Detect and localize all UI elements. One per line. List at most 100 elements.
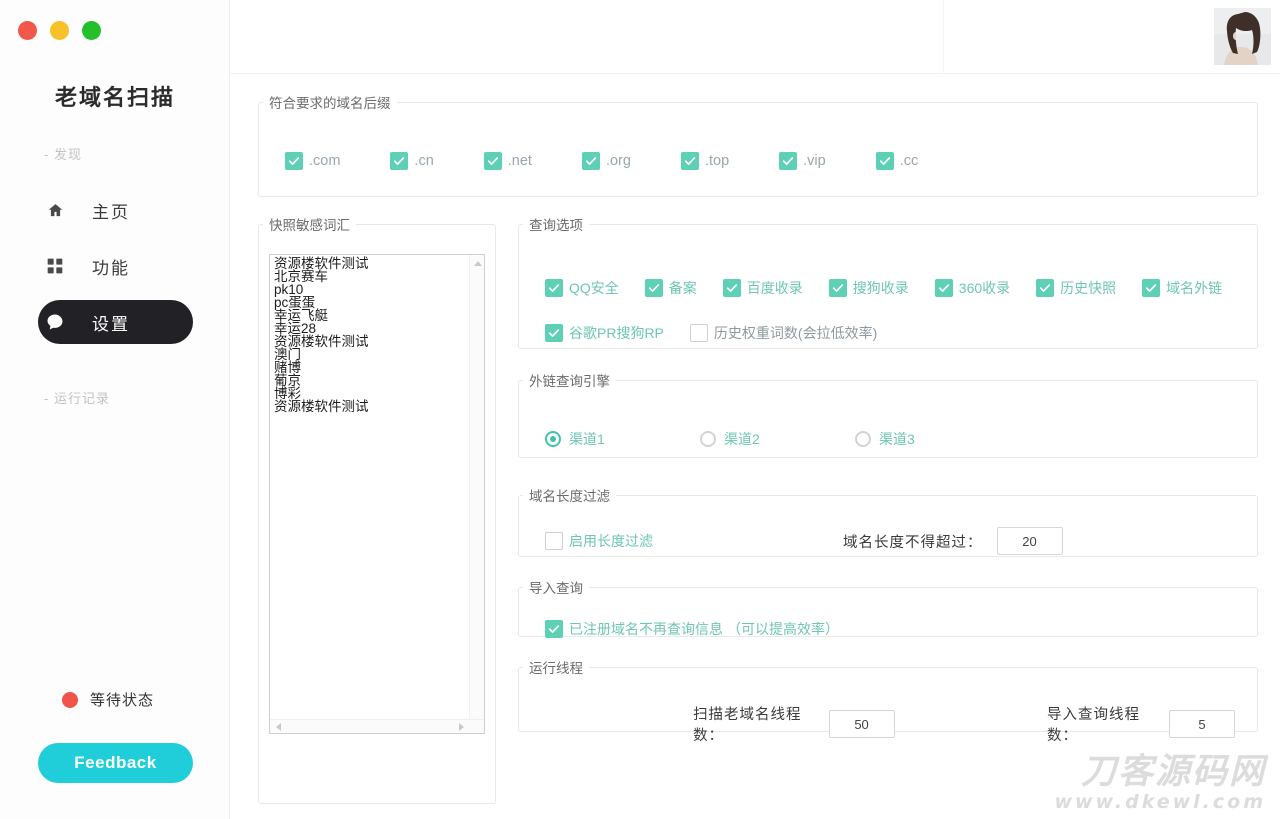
checkbox-suffix-top[interactable]: .top: [680, 152, 730, 170]
checkbox-history-snapshot[interactable]: 历史快照: [1036, 278, 1116, 298]
domain-length-row: 启用长度过滤 域名长度不得超过：: [545, 527, 1063, 555]
checkbox-360-index-label: 360收录: [958, 280, 1011, 296]
topbar-divider: [943, 0, 944, 73]
checkbox-icon: [828, 279, 847, 297]
sidebar-group-runlog: - 运行记录: [44, 391, 110, 406]
scan-threads-input[interactable]: [828, 710, 895, 738]
checkbox-google-pr-sogou-rp[interactable]: 谷歌PR搜狗RP: [545, 323, 664, 343]
checkbox-history-snapshot-label: 历史快照: [1060, 280, 1117, 296]
query-options-row-1: QQ安全 备案 百度收录 搜狗收录 360收录 历史快照 域名外链: [545, 278, 1222, 298]
query-options-panel: 查询选项 QQ安全 备案 百度收录 搜狗收录 360收录 历史快照 域名外链 谷…: [518, 214, 1258, 349]
status-indicator: 等待状态: [62, 689, 154, 710]
checkbox-suffix-org[interactable]: .org: [581, 152, 631, 170]
checkbox-enable-length-filter[interactable]: 启用长度过滤: [545, 531, 653, 551]
checkbox-suffix-cn[interactable]: .cn: [390, 152, 434, 170]
backlink-engine-options: 渠道1 渠道2 渠道3: [545, 429, 1010, 449]
scroll-right-icon[interactable]: [454, 720, 468, 733]
import-query-legend: 导入查询: [529, 581, 583, 596]
domain-length-legend: 域名长度过滤: [529, 489, 610, 504]
checkbox-suffix-com-label: .com: [309, 153, 341, 169]
import-threads-input[interactable]: [1168, 710, 1235, 738]
import-query-note: （可以提高效率）: [727, 621, 839, 637]
sensitive-words-listbox[interactable]: 资源楼软件测试 北京赛车 pk10 pc蛋蛋 幸运飞艇 幸运28 资源楼软件测试…: [269, 254, 485, 734]
checkbox-skip-registered[interactable]: 已注册域名不再查询信息: [545, 619, 723, 639]
threads-legend: 运行线程: [529, 661, 583, 676]
sidebar-item-features[interactable]: 功能: [38, 244, 193, 288]
app-title: 老域名扫描: [54, 85, 175, 110]
checkbox-icon: [689, 324, 708, 342]
max-length-label: 域名长度不得超过：: [843, 534, 983, 551]
checkbox-icon: [545, 620, 563, 638]
checkbox-qq-security[interactable]: QQ安全: [545, 278, 619, 298]
radio-icon: [700, 431, 716, 447]
radio-channel-1[interactable]: 渠道1: [545, 429, 700, 449]
sidebar-item-home-label: 主页: [92, 202, 130, 222]
close-button[interactable]: [18, 21, 37, 40]
sidebar-group-discover: - 发现: [44, 147, 82, 162]
checkbox-360-index[interactable]: 360收录: [934, 278, 1011, 298]
threads-row: 扫描老域名线程数： 导入查询线程数：: [545, 703, 1235, 745]
checkbox-history-weight-words-label: 历史权重词数(会拉低效率): [713, 325, 878, 341]
backlink-engine-legend: 外链查询引擎: [529, 374, 610, 389]
sidebar-item-home[interactable]: 主页: [38, 188, 193, 232]
radio-channel-2[interactable]: 渠道2: [700, 429, 855, 449]
checkbox-icon: [1036, 279, 1055, 297]
app-window: 老域名扫描 - 发现 主页 功能 设置 - 运行记录 等待状态 Feedback: [0, 0, 1280, 819]
checkbox-history-weight-words[interactable]: 历史权重词数(会拉低效率): [689, 323, 878, 343]
checkbox-icon: [934, 279, 953, 297]
home-icon: [38, 202, 72, 219]
checkbox-suffix-cn-label: .cn: [414, 153, 434, 169]
sidebar-item-settings[interactable]: 设置: [38, 300, 193, 344]
window-controls: [18, 21, 101, 40]
scroll-up-icon[interactable]: [470, 256, 484, 270]
checkbox-domain-backlinks[interactable]: 域名外链: [1142, 278, 1222, 298]
checkbox-suffix-vip[interactable]: .vip: [779, 152, 826, 170]
feedback-button[interactable]: Feedback: [38, 743, 193, 783]
maximize-button[interactable]: [82, 21, 101, 40]
avatar[interactable]: [1214, 8, 1271, 65]
status-dot-icon: [62, 691, 78, 708]
checkbox-skip-registered-label: 已注册域名不再查询信息: [569, 621, 723, 637]
vertical-scrollbar[interactable]: [469, 255, 484, 733]
checkbox-icon: [1142, 279, 1161, 297]
chat-bubble-icon: [38, 313, 72, 331]
sensitive-words-text: 资源楼软件测试 北京赛车 pk10 pc蛋蛋 幸运飞艇 幸运28 资源楼软件测试…: [274, 256, 369, 414]
checkbox-enable-length-filter-label: 启用长度过滤: [569, 533, 653, 549]
radio-channel-2-label: 渠道2: [724, 431, 760, 447]
checkbox-icon: [545, 279, 563, 297]
checkbox-icon: [545, 324, 563, 342]
sensitive-words-panel: 快照敏感词汇 资源楼软件测试 北京赛车 pk10 pc蛋蛋 幸运飞艇 幸运28 …: [258, 214, 496, 804]
checkbox-icon: [779, 152, 798, 170]
query-options-legend: 查询选项: [529, 218, 583, 233]
checkbox-baidu-index-label: 百度收录: [746, 280, 803, 296]
checkbox-suffix-net[interactable]: .net: [483, 152, 532, 170]
checkbox-suffix-cc-label: .cc: [899, 153, 919, 169]
domain-suffix-options: .com .cn .net .org .top .vip .cc: [285, 152, 918, 170]
watermark-en: www.dkewl.com: [1054, 791, 1266, 813]
max-length-input[interactable]: [996, 527, 1063, 555]
checkbox-icon: [390, 152, 409, 170]
checkbox-suffix-com[interactable]: .com: [285, 152, 340, 170]
checkbox-icon: [722, 279, 741, 297]
checkbox-suffix-top-label: .top: [704, 153, 730, 169]
checkbox-icp-record[interactable]: 备案: [644, 278, 697, 298]
backlink-engine-panel: 外链查询引擎 渠道1 渠道2 渠道3: [518, 370, 1258, 458]
checkbox-icon: [875, 152, 894, 170]
minimize-button[interactable]: [50, 21, 69, 40]
checkbox-suffix-vip-label: .vip: [803, 153, 826, 169]
horizontal-scrollbar[interactable]: [270, 719, 484, 733]
scan-threads-label: 扫描老域名线程数：: [693, 707, 802, 744]
checkbox-sogou-index[interactable]: 搜狗收录: [828, 278, 909, 298]
watermark: 刀客源码网 www.dkewl.com: [1054, 753, 1266, 813]
checkbox-sogou-index-label: 搜狗收录: [852, 280, 909, 296]
radio-channel-3[interactable]: 渠道3: [855, 429, 1010, 449]
radio-channel-1-label: 渠道1: [569, 431, 605, 447]
domain-length-panel: 域名长度过滤 启用长度过滤 域名长度不得超过：: [518, 485, 1258, 557]
domain-suffix-panel: 符合要求的域名后缀 .com .cn .net .org .top .vip .…: [258, 92, 1258, 197]
threads-panel: 运行线程 扫描老域名线程数： 导入查询线程数：: [518, 657, 1258, 744]
checkbox-baidu-index[interactable]: 百度收录: [722, 278, 803, 298]
sidebar-item-settings-label: 设置: [92, 314, 130, 334]
checkbox-icon: [483, 152, 502, 170]
scroll-left-icon[interactable]: [271, 720, 285, 733]
checkbox-suffix-cc[interactable]: .cc: [875, 152, 919, 170]
